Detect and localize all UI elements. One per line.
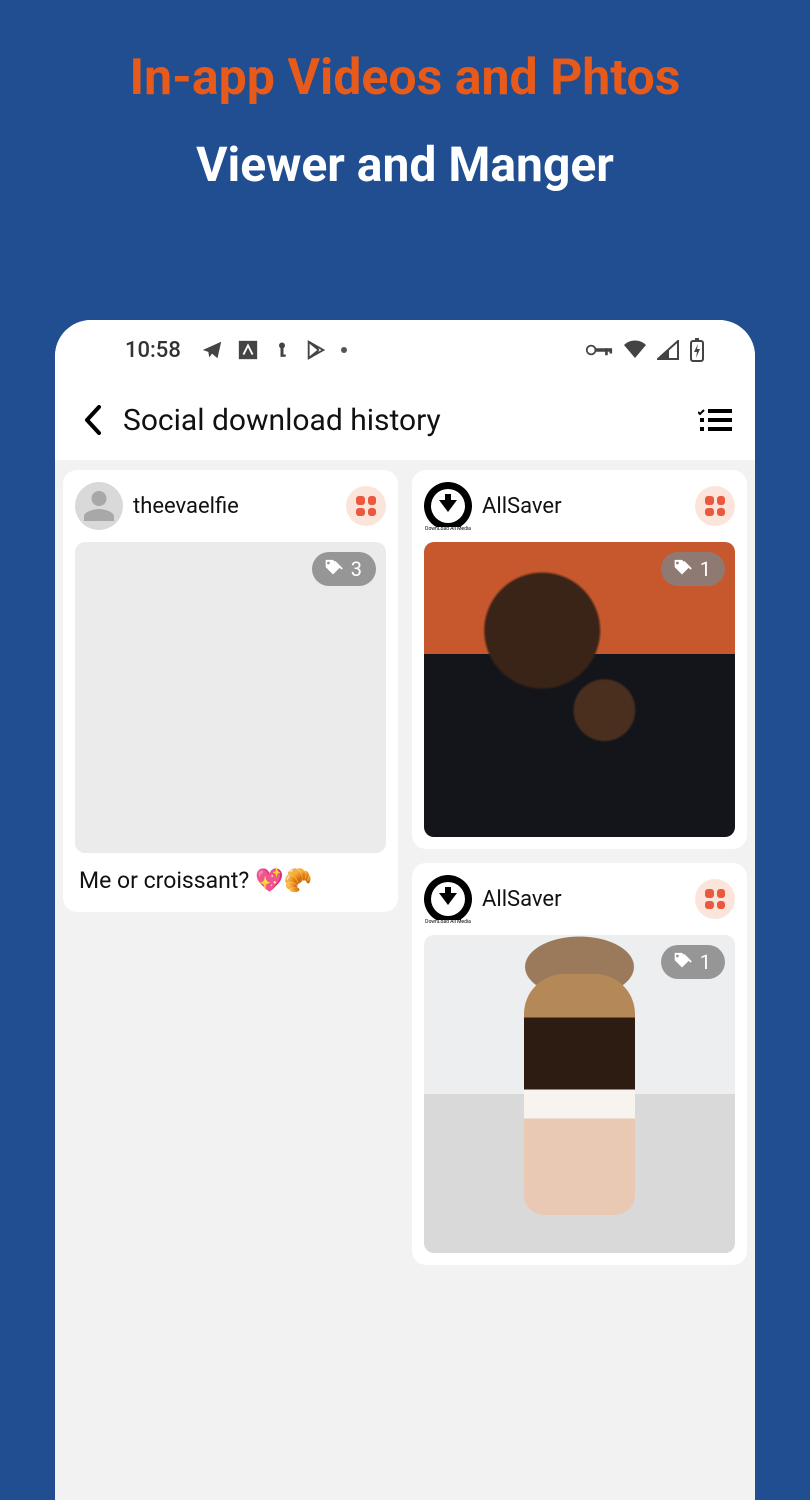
- promo-heading: In-app Videos and Phtos Viewer and Mange…: [0, 0, 810, 194]
- promo-line-1: In-app Videos and Phtos: [0, 48, 810, 108]
- avatar-sublabel: DownLoad All Media: [423, 920, 473, 926]
- media-thumbnail[interactable]: 1: [424, 542, 735, 837]
- back-button[interactable]: [75, 402, 111, 438]
- vpn-key-icon: [585, 341, 613, 359]
- download-card[interactable]: DownLoad All Media AllSaver 1: [412, 470, 747, 849]
- status-bar-left: 10:58: [125, 338, 347, 363]
- media-thumbnail[interactable]: 1: [424, 935, 735, 1252]
- status-dot-icon: [341, 347, 347, 353]
- tag-count: 3: [351, 557, 362, 581]
- grid-view-icon[interactable]: [695, 486, 735, 526]
- content-grid: theevaelfie 3 Me or croissant? 💖🥐: [55, 460, 755, 1275]
- status-bar: 10:58: [55, 320, 755, 380]
- telegram-icon: [201, 339, 223, 361]
- download-card[interactable]: DownLoad All Media AllSaver 1: [412, 863, 747, 1264]
- card-header: theevaelfie: [75, 482, 386, 530]
- grid-view-icon[interactable]: [695, 879, 735, 919]
- caption: Me or croissant? 💖🥐: [75, 867, 386, 900]
- view-options-button[interactable]: [695, 400, 735, 440]
- tag-count-badge: 1: [661, 552, 725, 586]
- avatar-sublabel: DownLoad All Media: [423, 527, 473, 533]
- username[interactable]: theevaelfie: [133, 494, 336, 519]
- content-column-left: theevaelfie 3 Me or croissant? 💖🥐: [63, 470, 398, 1265]
- tag-count-badge: 1: [661, 945, 725, 979]
- key-icon: [273, 339, 291, 361]
- status-bar-right: [585, 338, 705, 362]
- status-time: 10:58: [125, 338, 181, 363]
- promo-line-2: Viewer and Manger: [0, 136, 810, 194]
- grid-view-icon[interactable]: [346, 486, 386, 526]
- wifi-icon: [623, 340, 647, 360]
- page-title: Social download history: [123, 403, 683, 438]
- download-card[interactable]: theevaelfie 3 Me or croissant? 💖🥐: [63, 470, 398, 912]
- download-arrow-icon: [439, 893, 457, 905]
- tag-count-badge: 3: [312, 552, 376, 586]
- avatar[interactable]: [75, 482, 123, 530]
- card-header: DownLoad All Media AllSaver: [424, 875, 735, 923]
- username[interactable]: AllSaver: [482, 494, 685, 519]
- battery-icon: [689, 338, 705, 362]
- phone-frame: 10:58: [55, 320, 755, 1500]
- content-column-right: DownLoad All Media AllSaver 1 Down: [412, 470, 747, 1265]
- avatar[interactable]: DownLoad All Media: [424, 482, 472, 530]
- tag-count: 1: [700, 557, 711, 581]
- avatar[interactable]: DownLoad All Media: [424, 875, 472, 923]
- media-thumbnail[interactable]: 3: [75, 542, 386, 853]
- username[interactable]: AllSaver: [482, 887, 685, 912]
- app-icon-square: [237, 339, 259, 361]
- cell-signal-icon: [657, 340, 679, 360]
- tag-count: 1: [700, 950, 711, 974]
- app-header: Social download history: [55, 380, 755, 460]
- download-arrow-icon: [439, 500, 457, 512]
- play-store-icon: [305, 339, 327, 361]
- card-header: DownLoad All Media AllSaver: [424, 482, 735, 530]
